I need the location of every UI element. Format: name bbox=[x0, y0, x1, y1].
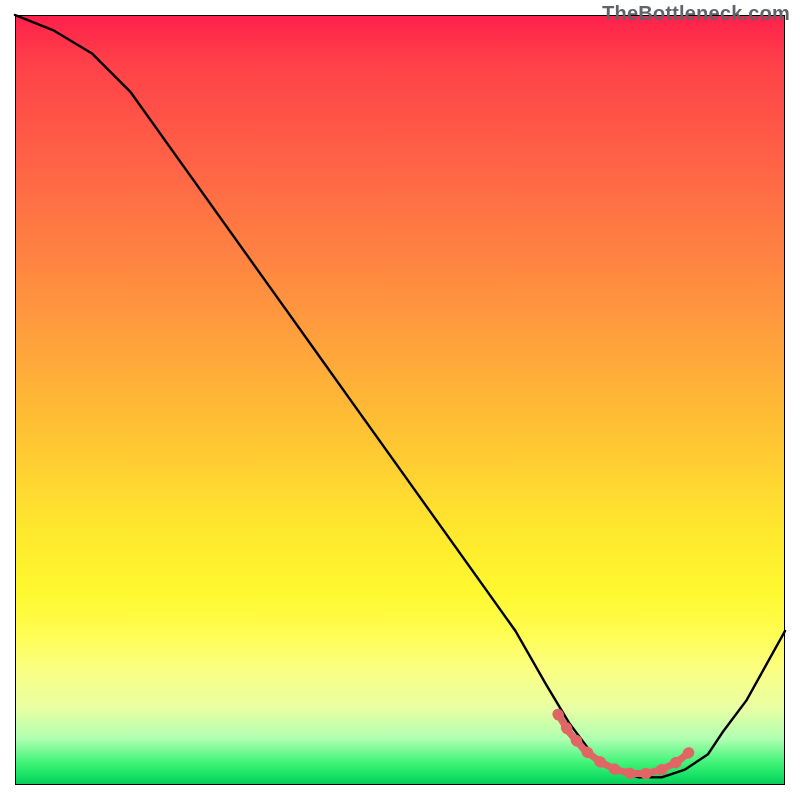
branding-watermark: TheBottleneck.com bbox=[602, 3, 790, 26]
axes-border bbox=[15, 15, 785, 785]
plot-border-rect bbox=[15, 15, 785, 785]
plot-area bbox=[15, 15, 785, 785]
chart-container: TheBottleneck.com bbox=[0, 0, 800, 800]
